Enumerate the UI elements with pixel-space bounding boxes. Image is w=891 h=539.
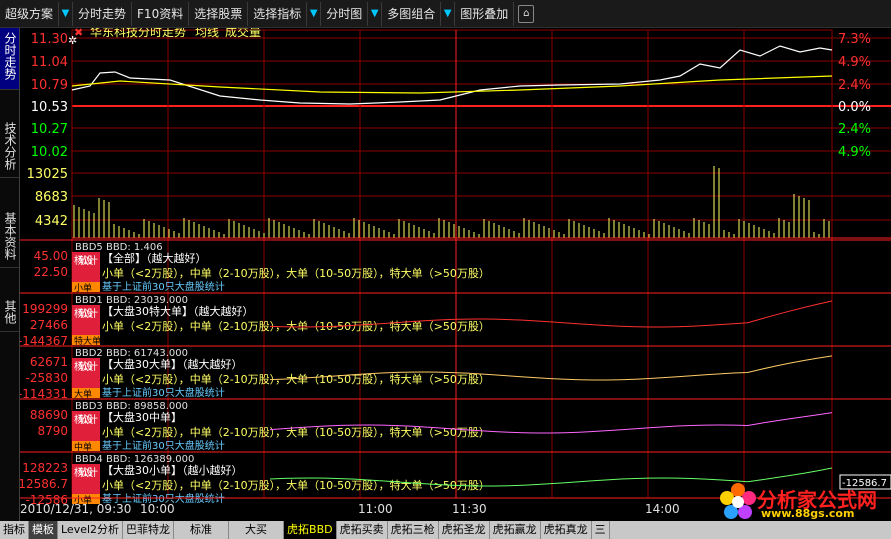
toolbar-item-2[interactable]: F10资料	[132, 1, 190, 26]
panel-badge-text: 杨软设计	[74, 360, 98, 373]
panel-badge-text: 杨软设计	[74, 307, 98, 320]
panel-tick: -25830	[25, 371, 68, 385]
tab-technical-label: 技术分析	[3, 122, 17, 170]
top-toolbar: 超级方案 ▼ 分时走势 F10资料 选择股票 选择指标 ▼ 分时图 ▼ 多图组合 ▼ 图形叠加 ⌂	[0, 0, 891, 28]
statusbar-item-11[interactable]: 虎拓真龙	[541, 521, 592, 539]
logo-url: www.88gs.com	[761, 507, 855, 520]
price-tick: 10.27	[31, 122, 68, 137]
chart-title: 华东科技分时走势	[90, 28, 186, 39]
pct-tick: 4.9%	[838, 55, 871, 70]
dropdown-arrow-icon[interactable]: ▼	[307, 1, 322, 26]
price-tick: 11.30	[31, 32, 68, 47]
dropdown-arrow-icon[interactable]: ▼	[441, 1, 456, 26]
flower-icon	[720, 483, 756, 519]
time-tick: 14:00	[645, 502, 680, 516]
panel-tick: 8790	[37, 424, 68, 438]
toolbar-item-1[interactable]: 分时走势	[73, 1, 133, 26]
statusbar-item-2[interactable]: Level2分析	[58, 521, 124, 539]
price-tick: 10.53	[31, 100, 68, 115]
lock-icon[interactable]: ⌂	[518, 4, 535, 23]
time-tick: 2010/12/31, 09:30	[20, 502, 131, 516]
panel-tick: -12586.7	[20, 477, 68, 491]
panel-badge-text: 杨软设计	[74, 413, 98, 426]
panel-tick: 88690	[30, 408, 68, 422]
panel-tick: 22.50	[34, 265, 68, 279]
statusbar-item-5[interactable]: 大买	[229, 521, 285, 539]
pct-tick: 2.4%	[838, 122, 871, 137]
sidebar: 分时走势 技术分析 基本资料 其他	[0, 28, 20, 521]
panel-tag: 中单	[74, 441, 92, 453]
tab-fundamentals[interactable]: 基本资料	[0, 208, 19, 268]
statusbar-item-4[interactable]: 标准	[174, 521, 230, 539]
tab-intraday-label: 分时走势	[3, 32, 17, 80]
tab-fundamentals-label: 基本资料	[3, 212, 17, 260]
tab-other-label: 其他	[3, 300, 17, 324]
right-mid-value: 14336.	[800, 441, 835, 452]
panel-badge-text: 杨软设计	[74, 466, 98, 479]
intraday-chart[interactable]: 11.30 7.3% 11.04 4.9% 10.79 2.4% 10.53 0.0% 10.2…	[20, 28, 891, 521]
panel-footer: 基于上证前30只大盘股统计	[102, 280, 225, 293]
panel-tick: 199299	[22, 302, 68, 316]
dropdown-arrow-icon[interactable]: ▼	[368, 1, 383, 26]
price-line	[71, 45, 833, 105]
price-tick: 11.04	[31, 55, 68, 70]
panel-legend-title: 【大盘30大单】（越大越好）	[102, 357, 243, 371]
toolbar-item-3[interactable]: 选择股票	[189, 1, 249, 26]
site-logo: 分析家公式网 www.88gs.com	[717, 482, 885, 524]
panel-legend-title: 【大盘30小单】（越小越好）	[102, 463, 243, 477]
dropdown-arrow-icon[interactable]: ▼	[59, 1, 74, 26]
gear-icon[interactable]: ✲	[68, 34, 77, 47]
panel-legend-line: 小单（<2万股），中单（2-10万股），大单（10-50万股），特大单（>50万…	[102, 478, 490, 492]
statusbar-item-3[interactable]: 巴菲特龙	[123, 521, 175, 539]
toolbar-item-6[interactable]: 多图组合	[382, 1, 442, 26]
panel-tag: 大单	[74, 388, 92, 400]
statusbar-item-10[interactable]: 虎拓赢龙	[490, 521, 541, 539]
statusbar-item-7[interactable]: 虎拓买卖	[337, 521, 388, 539]
panel-footer: 基于上证前30只大盘股统计	[102, 386, 225, 399]
panel-legend-line: 小单（<2万股），中单（2-10万股），大单（10-50万股），特大单（>50万…	[102, 266, 490, 280]
price-tick: 10.02	[31, 145, 68, 160]
toolbar-item-0[interactable]: 超级方案	[0, 1, 60, 26]
vol-label: 成交量	[225, 28, 261, 39]
panel-legend-title: 【大盘30特大单】（越大越好）	[102, 304, 254, 318]
statusbar-item-12[interactable]: 三	[592, 521, 610, 539]
pct-tick: 7.3%	[838, 32, 871, 47]
time-tick: 11:00	[358, 502, 393, 516]
price-tick: 10.79	[31, 78, 68, 93]
panel-tag: 特大单	[74, 335, 101, 347]
volume-tick: 8683	[35, 190, 68, 205]
panel-legend-line: 小单（<2万股），中单（2-10万股），大单（10-50万股），特大单（>50万…	[102, 319, 490, 333]
panel-legend-title: 【全部】（越大越好）	[102, 251, 207, 265]
statusbar-item-6[interactable]: 虎拓BBD	[284, 521, 337, 539]
volume-tick: 4342	[35, 214, 68, 229]
time-tick: 10:00	[140, 502, 175, 516]
statusbar-item-9[interactable]: 虎拓圣龙	[439, 521, 490, 539]
panel-tick: 45.00	[34, 249, 68, 263]
pct-tick: 2.4%	[838, 78, 871, 93]
statusbar-item-1[interactable]: 模板	[29, 521, 58, 539]
toolbar-item-4[interactable]: 选择指标	[248, 1, 308, 26]
avg-label: 均线	[195, 28, 219, 39]
toolbar-item-7[interactable]: 图形叠加	[455, 1, 515, 26]
panel-badge-text: 杨软设计	[74, 254, 98, 267]
panel-tick: 128223	[22, 461, 68, 475]
pct-tick: 4.9%	[838, 145, 871, 160]
statusbar-item-8[interactable]: 虎拓三枪	[388, 521, 439, 539]
panel-footer: 基于上证前30只大盘股统计	[102, 439, 225, 452]
statusbar-item-0[interactable]: 指标	[0, 521, 29, 539]
volume-tick: 13025	[27, 167, 68, 182]
time-tick: 11:30	[452, 502, 487, 516]
toolbar-item-5[interactable]: 分时图	[321, 1, 369, 26]
panel-tag: 小单	[74, 282, 92, 294]
tab-technical[interactable]: 技术分析	[0, 118, 19, 178]
tab-intraday[interactable]: 分时走势	[0, 28, 19, 90]
tab-other[interactable]: 其他	[0, 296, 19, 332]
panel-tick: 62671	[30, 355, 68, 369]
pct-tick: 0.0%	[838, 100, 871, 115]
panel-tick: 27466	[30, 318, 68, 332]
panel-legend-title: 【大盘30中单】	[102, 410, 182, 424]
